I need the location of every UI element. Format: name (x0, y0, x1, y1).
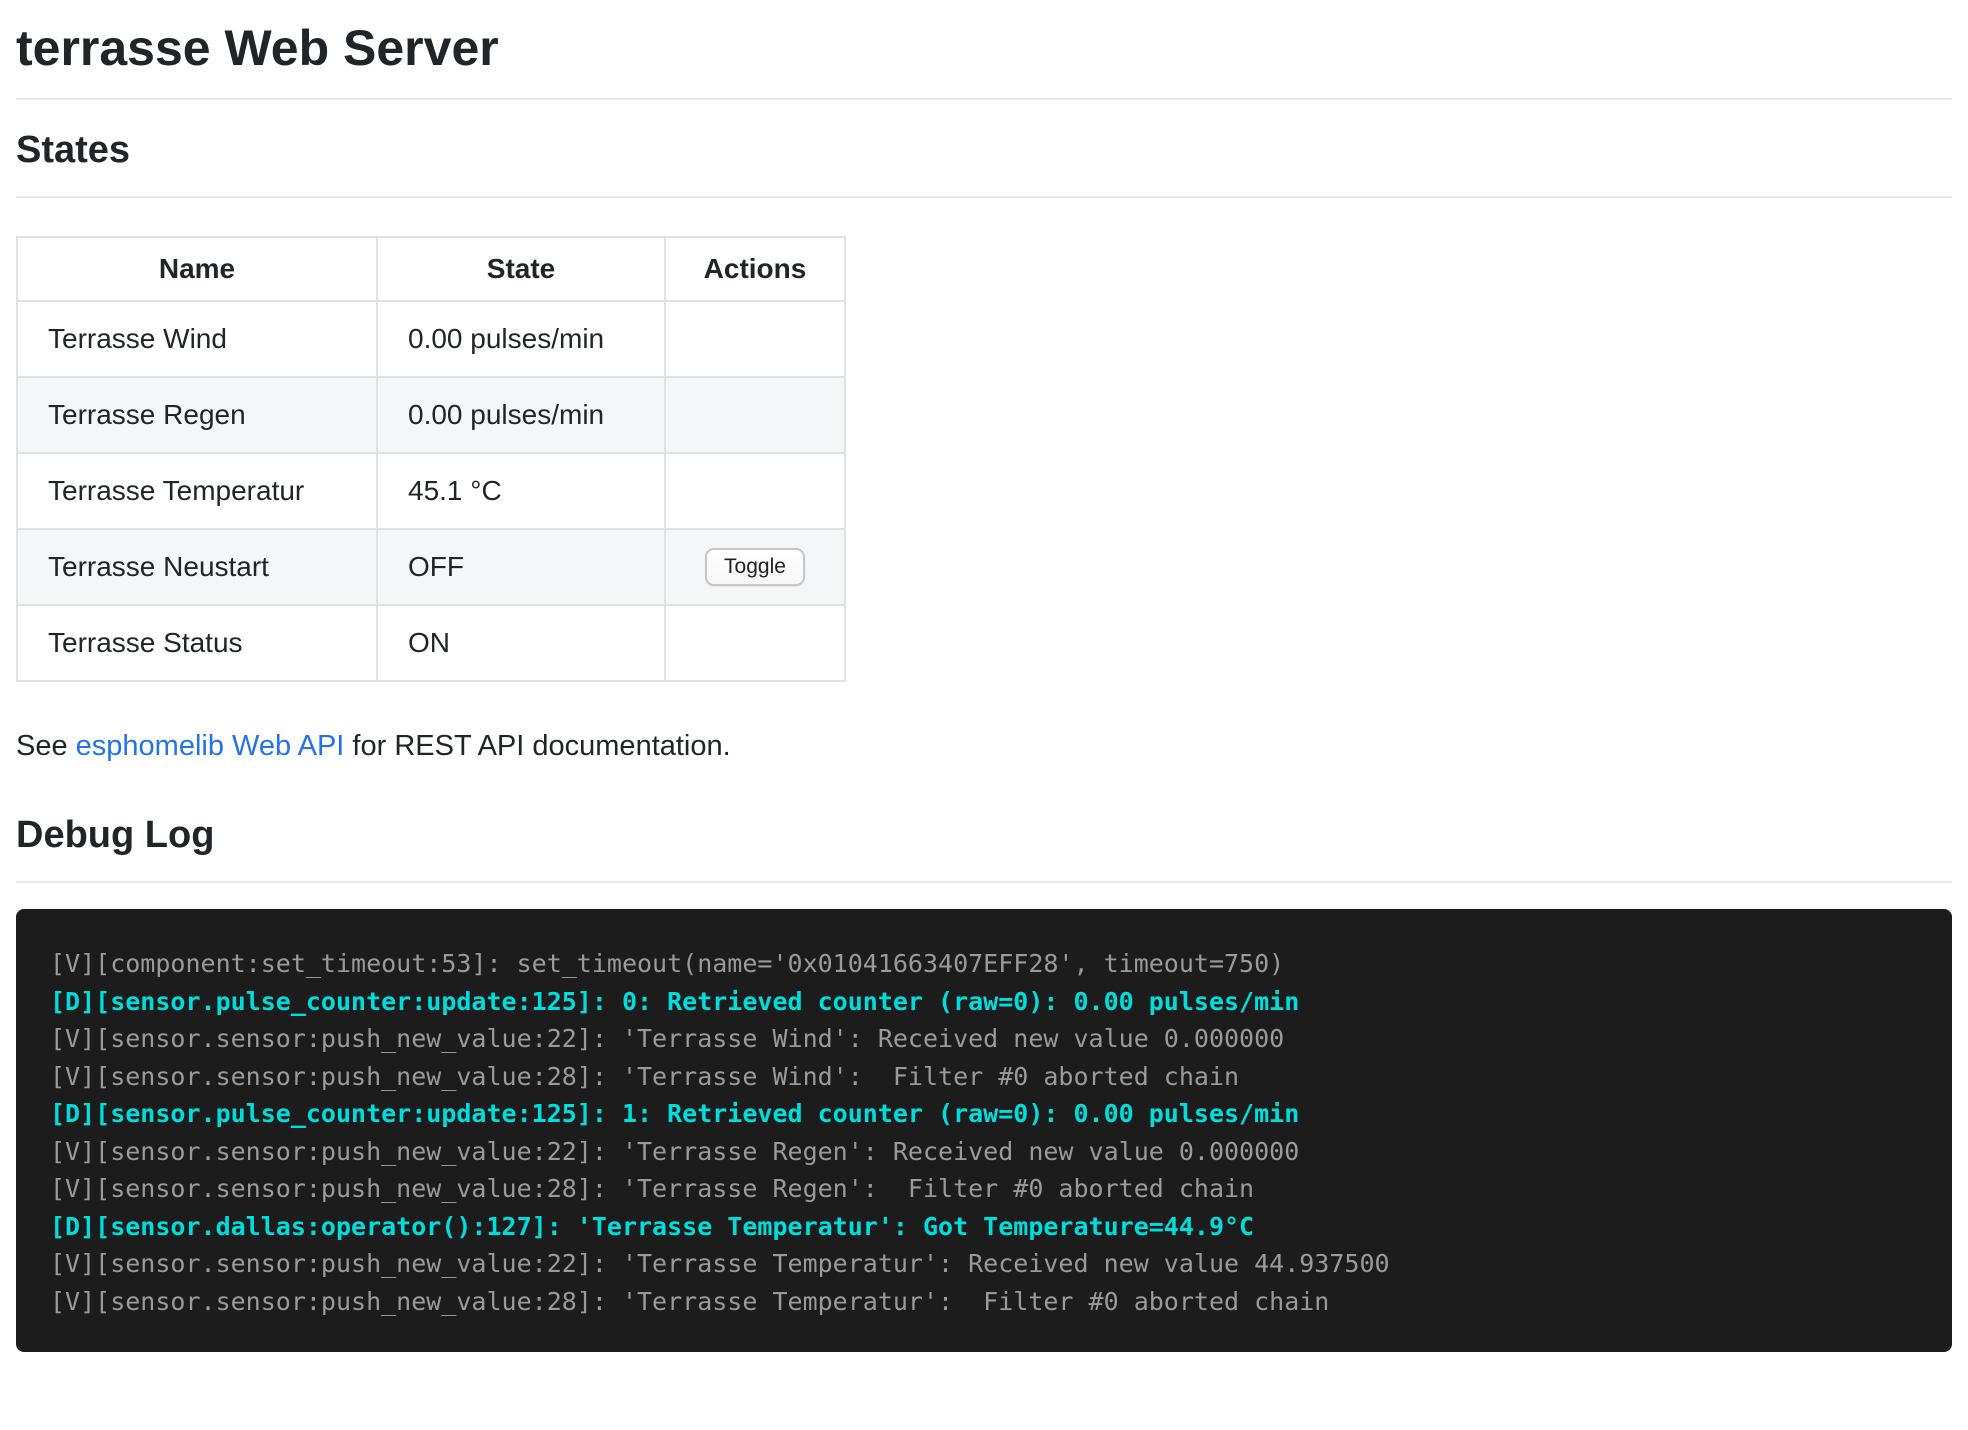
row-actions-cell (665, 453, 845, 529)
row-actions-cell (665, 377, 845, 453)
debug-log-heading: Debug Log (16, 813, 1952, 857)
title-divider (16, 98, 1952, 100)
debug-divider (16, 881, 1952, 883)
page-title: terrasse Web Server (16, 18, 1952, 78)
column-header-actions: Actions (665, 237, 845, 301)
states-divider (16, 196, 1952, 198)
row-state-cell: 45.1 °C (377, 453, 665, 529)
row-actions-cell: Toggle (665, 529, 845, 605)
toggle-button[interactable]: Toggle (705, 548, 805, 586)
row-name-cell: Terrasse Regen (17, 377, 377, 453)
api-note-suffix: for REST API documentation. (344, 730, 730, 762)
table-header-row: Name State Actions (17, 237, 845, 301)
table-row: Terrasse Regen0.00 pulses/min (17, 377, 845, 453)
log-line: [D][sensor.dallas:operator():127]: 'Terr… (50, 1212, 1254, 1241)
table-row: Terrasse Wind0.00 pulses/min (17, 301, 845, 377)
api-note: See esphomelib Web API for REST API docu… (16, 730, 1952, 763)
api-note-prefix: See (16, 730, 76, 762)
table-row: Terrasse Temperatur45.1 °C (17, 453, 845, 529)
log-line: [V][sensor.sensor:push_new_value:22]: 'T… (50, 1024, 1284, 1053)
states-table: Name State Actions Terrasse Wind0.00 pul… (16, 236, 846, 682)
row-actions-cell (665, 301, 845, 377)
table-row: Terrasse StatusON (17, 605, 845, 681)
row-state-cell: 0.00 pulses/min (377, 377, 665, 453)
log-line: [V][sensor.sensor:push_new_value:22]: 'T… (50, 1137, 1299, 1166)
esphomelib-web-api-link[interactable]: esphomelib Web API (76, 730, 345, 762)
log-line: [V][sensor.sensor:push_new_value:28]: 'T… (50, 1174, 1254, 1203)
log-line: [V][sensor.sensor:push_new_value:22]: 'T… (50, 1249, 1390, 1278)
table-row: Terrasse NeustartOFF Toggle (17, 529, 845, 605)
column-header-state: State (377, 237, 665, 301)
log-line: [V][sensor.sensor:push_new_value:28]: 'T… (50, 1287, 1329, 1316)
page: terrasse Web Server States Name State Ac… (0, 18, 1968, 1352)
row-name-cell: Terrasse Status (17, 605, 377, 681)
log-line: [V][sensor.sensor:push_new_value:28]: 'T… (50, 1062, 1239, 1091)
states-heading: States (16, 128, 1952, 172)
row-actions-cell (665, 605, 845, 681)
log-line: [D][sensor.pulse_counter:update:125]: 1:… (50, 1099, 1299, 1128)
log-line: [V][component:set_timeout:53]: set_timeo… (50, 949, 1284, 978)
column-header-name: Name (17, 237, 377, 301)
row-state-cell: ON (377, 605, 665, 681)
row-state-cell: 0.00 pulses/min (377, 301, 665, 377)
row-name-cell: Terrasse Temperatur (17, 453, 377, 529)
log-line: [D][sensor.pulse_counter:update:125]: 0:… (50, 987, 1299, 1016)
row-name-cell: Terrasse Neustart (17, 529, 377, 605)
debug-log-output[interactable]: [V][component:set_timeout:53]: set_timeo… (16, 909, 1952, 1352)
row-state-cell: OFF (377, 529, 665, 605)
row-name-cell: Terrasse Wind (17, 301, 377, 377)
